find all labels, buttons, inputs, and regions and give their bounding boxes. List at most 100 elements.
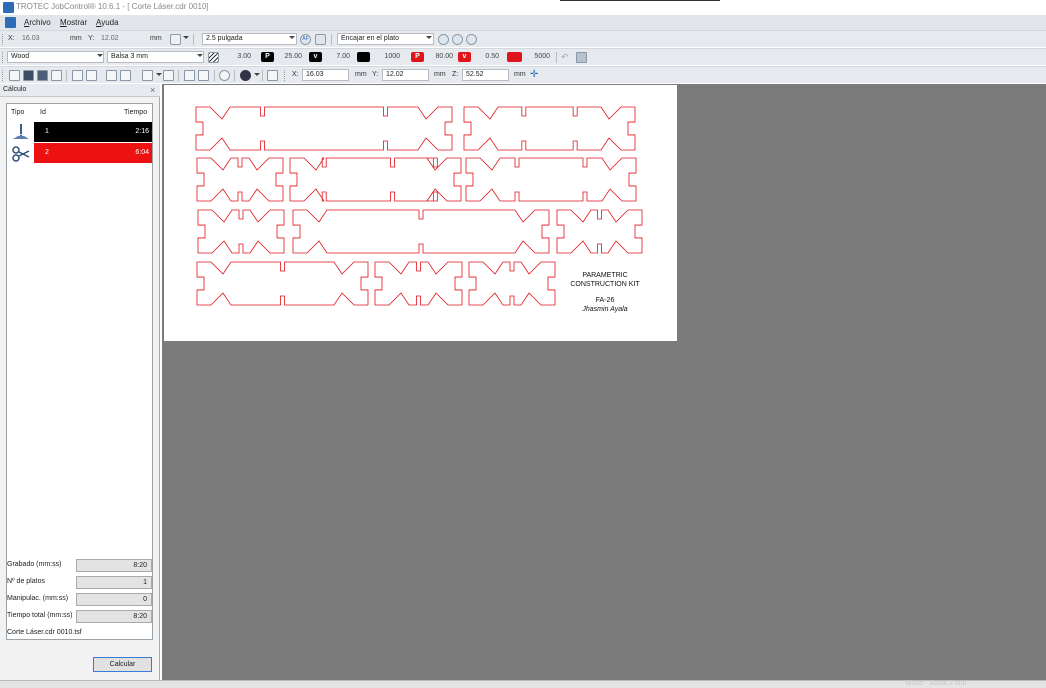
cut-power-value: 80.00 [435,53,453,60]
column-header-tiempo[interactable]: Tiempo [124,109,147,116]
xyz-origin-icon[interactable]: ✛ [530,70,541,81]
rotate-icon[interactable] [86,70,97,81]
zoom-out-icon[interactable] [466,34,477,45]
frequency-icon [357,52,370,62]
toolbar-separator [556,52,557,63]
mirror-icon[interactable] [106,70,117,81]
cut-layout: PARAMETRIC CONSTRUCTION KIT FA-26 Jhasmi… [195,106,643,313]
toolbar-grip[interactable] [2,34,4,45]
close-panel-icon[interactable]: × [150,85,155,95]
summary-value-handling: 0 [76,593,152,606]
autofocus-button[interactable]: AF [300,34,311,45]
status-text: Wood - Balsa 3 mm [905,680,967,687]
engrave-frequency-value: 1000 [384,53,400,60]
zoom-icon[interactable] [438,34,449,45]
z-coordinate-field[interactable]: 52.52 [462,69,509,81]
toolbar-separator [66,70,67,81]
undo-icon[interactable]: ↶ [561,52,572,63]
app-menu-icon[interactable] [5,17,16,28]
summary-value-plates: 1 [76,576,152,589]
cut-frequency-icon [507,52,522,62]
y-label: Y: [372,71,379,78]
move-icon[interactable] [72,70,83,81]
lens-dropdown-icon[interactable] [289,36,295,39]
toolbar-separator [331,34,332,45]
open-icon[interactable] [37,70,48,81]
window-title: TROTEC JobControl® 10.6.1 - [ Corte Láse… [16,2,209,11]
settings-dropdown-icon[interactable] [254,73,260,76]
thickness-select[interactable]: Balsa 3 mm [107,51,204,63]
copy-icon[interactable] [163,70,174,81]
x-position-field[interactable]: 16.03 [22,35,40,42]
plate-title-line1: PARAMETRIC [582,272,627,279]
z-label: Z: [452,71,459,78]
job-id: 2 [45,149,49,156]
summary-label-plates: Nº de platos [7,578,45,585]
plate-author: Jhasmin Ayala [581,306,627,313]
lens-select[interactable]: 2.5 pulgada [202,33,297,45]
arrange-icon[interactable] [142,70,153,81]
tools-toolbar: X: 16.03 mm Y: 12.02 mm Z: 52.52 mm ✛ [0,66,1046,83]
y-coordinate-field[interactable]: 12.02 [382,69,429,81]
hatch-icon[interactable] [208,52,219,63]
plate-code: FA-26 [596,297,615,304]
material-toolbar: Wood Balsa 3 mm 3.00 P 25.00 v 7.00 1000… [0,48,1046,65]
column-header-tipo[interactable]: Tipo [11,109,24,116]
title-bar: TROTEC JobControl® 10.6.1 - [ Corte Láse… [0,0,1046,15]
plate-title-line2: CONSTRUCTION KIT [570,281,640,288]
origin-dropdown-icon[interactable] [183,36,189,39]
menu-ayuda[interactable]: Ayuda [96,18,119,27]
material-select[interactable]: Wood [7,51,104,63]
toolbar-separator [234,70,235,81]
toolbar-grip[interactable] [2,52,4,63]
app-logo-icon [3,2,14,13]
column-header-id[interactable]: Id [40,109,46,116]
fit-select[interactable]: Encajar en el plato [337,33,434,45]
cut-part [556,209,643,254]
y-position-field[interactable]: 12.02 [101,35,119,42]
cut-frequency-value: 5000 [534,53,550,60]
material-dropdown-icon[interactable] [97,54,103,57]
toolbar-grip[interactable] [284,70,286,81]
menu-mostrar[interactable]: Mostrar [60,18,87,27]
align-right-icon[interactable] [198,70,209,81]
thickness-dropdown-icon[interactable] [197,54,203,57]
speed-icon: v [309,52,322,62]
cut-part [195,106,453,151]
focus-tool-icon[interactable] [315,34,326,45]
engrave-speed-value: 7.00 [336,53,350,60]
preview-eye-icon[interactable] [219,70,230,81]
crosshair-icon[interactable] [267,70,278,81]
save-icon[interactable] [23,70,34,81]
align-left-icon[interactable] [184,70,195,81]
cut-part [465,157,637,202]
title-divider [560,0,720,1]
calculate-button[interactable]: Calcular [93,657,152,672]
fit-dropdown-icon[interactable] [426,36,432,39]
cut-part [197,209,285,254]
z-unit: mm [514,71,526,78]
summary-label-total: Tiempo total (mm:ss) [7,612,73,619]
toolbar-separator [262,70,263,81]
x-coordinate-field[interactable]: 16.03 [302,69,349,81]
zoom-in-icon[interactable] [452,34,463,45]
position-toolbar: X: 16.03 mm Y: 12.02 mm 2.5 pulgada AF E… [0,30,1046,47]
job-row[interactable]: 2 6:04 [34,143,152,163]
toolbar-grip[interactable] [2,70,4,81]
distribute-icon[interactable] [120,70,131,81]
job-row[interactable]: 1 2:16 [34,122,152,142]
panel-title: Cálculo [3,86,27,93]
engrave-power-value: 25.00 [284,53,302,60]
job-plate[interactable]: PARAMETRIC CONSTRUCTION KIT FA-26 Jhasmi… [164,85,677,341]
save-material-icon[interactable] [576,52,587,63]
new-document-icon[interactable] [9,70,20,81]
origin-icon[interactable] [170,34,181,45]
menu-archivo[interactable]: Archivo [24,18,51,27]
y-unit: mm [150,35,162,42]
job-id: 1 [45,128,49,135]
arrange-dropdown-icon[interactable] [156,73,162,76]
print-icon[interactable] [51,70,62,81]
settings-gear-icon[interactable] [240,70,251,81]
summary-label-engrave: Grabado (mm:ss) [7,561,62,568]
cut-power-icon: P [411,52,424,62]
